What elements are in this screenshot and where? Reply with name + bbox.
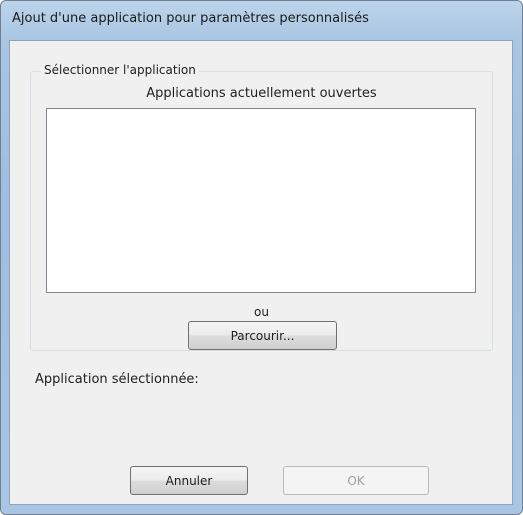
dialog-client-area: Sélectionner l'application Applications … [9, 40, 513, 505]
ok-button[interactable]: OK [283, 466, 429, 495]
title-bar[interactable]: Ajout d'une application pour paramètres … [1, 1, 522, 41]
select-application-group: Sélectionner l'application Applications … [30, 63, 493, 351]
window-title: Ajout d'une application pour paramètres … [12, 11, 369, 26]
open-applications-list[interactable] [46, 108, 476, 293]
cancel-button[interactable]: Annuler [130, 466, 248, 495]
browse-button[interactable]: Parcourir... [188, 321, 337, 350]
dialog-window: Ajout d'une application pour paramètres … [0, 0, 523, 515]
group-label: Sélectionner l'application [41, 63, 199, 77]
or-text: ou [254, 305, 269, 319]
open-applications-caption: Applications actuellement ouvertes [146, 86, 377, 101]
selected-application-label: Application sélectionnée: [35, 372, 199, 387]
